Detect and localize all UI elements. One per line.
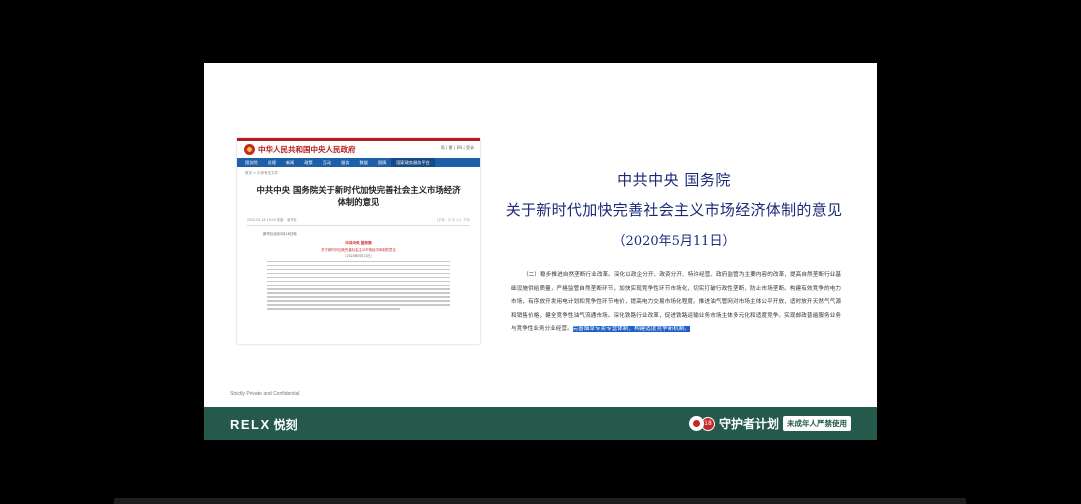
webpage-nav-item: 国务院 — [245, 160, 258, 165]
text-line — [267, 284, 450, 286]
guardian-plan-text: 守护者计划 — [718, 417, 779, 431]
guardian-plan-badge: 18 守护者计划 未成年人严禁使用 — [688, 415, 851, 432]
document-body-paragraph: （二）稳步推进自然垄断行业改革。深化以政企分开、政资分开、特许经营、政府监管为主… — [511, 272, 841, 333]
guardian-shield-icon — [688, 416, 704, 431]
text-line — [267, 292, 450, 294]
webpage-nav-item: 政策 — [304, 160, 313, 165]
text-line — [267, 280, 450, 282]
webpage-breadcrumb: 首页 > 中央有关文件 — [245, 171, 279, 175]
document-issuer: 中共中央 国务院 — [617, 171, 731, 189]
text-line — [267, 308, 400, 310]
webpage-article-meta: 2020-05-18 19:00 来源： 新华社 【字体：大 中 小】 打印 — [247, 217, 470, 222]
minor-prohibited-label: 未成年人严禁使用 — [783, 416, 851, 431]
webpage-divider — [247, 225, 470, 226]
national-emblem-icon — [244, 144, 255, 155]
webpage-article-title: 中共中央 国务院关于新时代加快完善社会主义市场经济体制的意见 — [256, 185, 461, 207]
webpage-nav-item: 互动 — [322, 160, 332, 165]
presentation-slide: 中华人民共和国中央人民政府 简 | 繁 | EN | 登录 国务院 总理 新闻 … — [204, 63, 877, 440]
webpage-nav-item: 国情 — [377, 160, 387, 165]
text-line — [267, 272, 450, 274]
text-line — [267, 276, 450, 278]
text-line — [267, 288, 450, 290]
text-line — [267, 296, 450, 298]
document-date: （2020年5月11日） — [612, 234, 736, 249]
text-line — [267, 264, 450, 266]
webpage-meta-date-source: 2020-05-18 19:00 来源： 新华社 — [247, 218, 297, 222]
webpage-header-links: 简 | 繁 | EN | 登录 — [440, 145, 474, 150]
relx-logo: RELX 悦刻 — [230, 416, 298, 433]
webpage-nav-bar: 国务院 总理 新闻 政策 互动 服务 数据 国情 国家政务服务平台 — [237, 158, 480, 167]
slide-footer-bar: RELX 悦刻 18 守护者计划 未成年人严禁使用 — [204, 407, 877, 440]
webpage-body-text-lines — [237, 260, 480, 310]
webpage-nav-item: 新闻 — [285, 160, 295, 165]
webpage-header: 中华人民共和国中央人民政府 简 | 繁 | EN | 登录 — [237, 141, 480, 158]
selected-text-highlight[interactable]: 完善烟草专卖专营体制，构建适度竞争新机制。 — [572, 326, 691, 333]
document-body-text: （二）稳步推进自然垄断行业改革。深化以政企分开、政资分开、特许经营、政府监管为主… — [511, 269, 841, 337]
relx-logo-cn: 悦刻 — [273, 418, 298, 432]
text-line — [267, 300, 450, 302]
webpage-doc-head-date: （2020年5月11日） — [343, 254, 374, 258]
text-line — [267, 268, 450, 270]
webpage-doc-head-org: 中共中央 国务院 — [345, 241, 372, 245]
confidential-note: Strictly Private and Confidential — [230, 391, 300, 397]
text-line — [267, 260, 450, 262]
window-bottom-strip — [114, 498, 966, 504]
embedded-webpage-screenshot: 中华人民共和国中央人民政府 简 | 繁 | EN | 登录 国务院 总理 新闻 … — [237, 138, 480, 344]
document-title: 关于新时代加快完善社会主义市场经济体制的意见 — [505, 201, 843, 219]
webpage-nav-item: 数据 — [359, 160, 368, 165]
webpage-nav-item: 总理 — [267, 160, 276, 165]
webpage-nav-item: 国家政务服务平台 — [391, 158, 435, 167]
webpage-news-note: 新华社北京5月18日电 — [263, 232, 297, 236]
webpage-meta-tools: 【字体：大 中 小】 打印 — [435, 218, 470, 222]
relx-logo-latin: RELX — [230, 417, 271, 432]
webpage-doc-head-title: 关于新时代加快完善社会主义市场经济体制的意见 — [321, 248, 396, 252]
webpage-doc-heading: 中共中央 国务院 关于新时代加快完善社会主义市场经济体制的意见 （2020年5月… — [237, 241, 480, 258]
text-line — [267, 304, 450, 306]
webpage-site-title: 中华人民共和国中央人民政府 — [258, 145, 356, 154]
webpage-nav-item: 服务 — [341, 160, 350, 165]
